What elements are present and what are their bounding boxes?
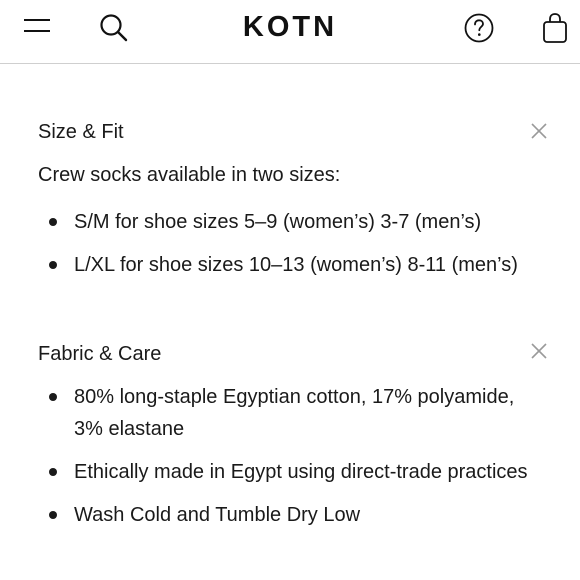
size-fit-close-button[interactable] [530, 122, 548, 140]
size-fit-title[interactable]: Size & Fit [38, 120, 558, 144]
bullet-dot [49, 511, 57, 519]
size-fit-accordion[interactable]: Size & Fit [38, 120, 558, 144]
cart-button[interactable] [541, 11, 569, 45]
list-item: L/XL for shoe sizes 10–13 (women’s) 8-11… [38, 249, 538, 281]
list-item-text: S/M for shoe sizes 5–9 (women’s) 3-7 (me… [74, 211, 482, 233]
close-icon [531, 123, 547, 139]
fabric-care-accordion[interactable]: Fabric & Care [38, 342, 558, 366]
bullet-dot [49, 468, 57, 476]
shopping-bag-icon [543, 13, 567, 43]
size-fit-list: S/M for shoe sizes 5–9 (women’s) 3-7 (me… [38, 206, 538, 281]
list-item-text: 80% long-staple Egyptian cotton, 17% pol… [74, 386, 515, 440]
list-item-text: L/XL for shoe sizes 10–13 (women’s) 8-11… [74, 254, 518, 276]
fabric-care-close-button[interactable] [530, 342, 548, 360]
fabric-care-list: 80% long-staple Egyptian cotton, 17% pol… [38, 381, 538, 531]
list-item: S/M for shoe sizes 5–9 (women’s) 3-7 (me… [38, 206, 538, 238]
size-fit-intro: Crew socks available in two sizes: [38, 164, 341, 186]
list-item: Ethically made in Egypt using direct-tra… [38, 456, 538, 488]
site-header: KOTN [0, 0, 580, 64]
bullet-dot [49, 393, 57, 401]
list-item-text: Wash Cold and Tumble Dry Low [74, 504, 361, 526]
help-button[interactable] [463, 12, 495, 44]
fabric-care-title[interactable]: Fabric & Care [38, 342, 558, 366]
help-circle-icon [464, 13, 494, 43]
list-item: Wash Cold and Tumble Dry Low [38, 499, 538, 531]
bullet-dot [49, 261, 57, 269]
bullet-dot [49, 218, 57, 226]
close-icon [531, 343, 547, 359]
list-item-text: Ethically made in Egypt using direct-tra… [74, 461, 528, 483]
list-item: 80% long-staple Egyptian cotton, 17% pol… [38, 381, 538, 445]
